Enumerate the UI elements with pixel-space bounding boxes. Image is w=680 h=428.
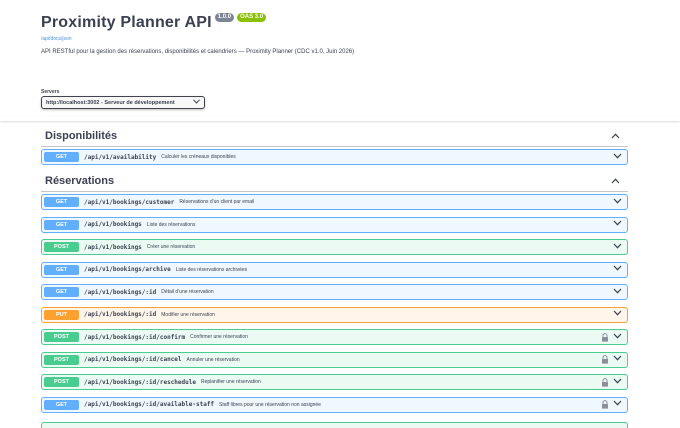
operation-summary: Staff libres pour une réservation non as… xyxy=(219,401,321,408)
operation-path: /api/v1/bookings/archive xyxy=(84,266,171,273)
method-badge: GET xyxy=(44,399,79,410)
operation-row-get[interactable]: GET/api/v1/bookings/:id/available-staff S… xyxy=(41,396,628,413)
tag-name: Réservations xyxy=(45,174,115,187)
lock-icon[interactable] xyxy=(601,332,609,342)
chevron-up-icon[interactable] xyxy=(610,176,620,186)
method-badge: GET xyxy=(44,152,79,162)
operation-controls xyxy=(601,377,622,387)
operation-controls xyxy=(613,153,622,162)
operation-summary: Créer une réservation xyxy=(146,244,196,250)
operation-summary: Détail d'une réservation xyxy=(161,289,214,295)
tag-section-header[interactable]: Disponibilités xyxy=(41,125,628,147)
operation-row-post[interactable]: POST/api/v1/bookings/:id/confirm Confirme… xyxy=(41,329,628,345)
operation-controls xyxy=(601,400,622,409)
operation-summary: Liste des réservations archivées xyxy=(175,266,248,273)
method-badge: GET xyxy=(44,219,79,230)
operation-path: /api/v1/bookings/:id/cancel xyxy=(84,356,182,363)
operation-summary: Calculer les créneaux disponibles xyxy=(161,154,236,160)
lock-icon[interactable] xyxy=(601,400,609,409)
operation-summary: Replanifier une réservation xyxy=(200,379,261,385)
servers-section: Servers http://localhost:3002 - Serveur … xyxy=(41,89,205,109)
operation-path: /api/v1/bookings/:id/available-staff xyxy=(84,401,215,408)
chevron-down-icon[interactable] xyxy=(613,288,622,297)
method-badge: POST xyxy=(44,242,79,252)
chevron-down-icon[interactable] xyxy=(613,220,622,229)
chevron-down-icon[interactable] xyxy=(613,265,622,274)
operation-controls xyxy=(613,288,622,297)
operation-controls xyxy=(601,332,622,342)
method-badge: GET xyxy=(44,197,79,207)
operation-row-put[interactable]: PUT/api/v1/bookings/:id Modifier une rése… xyxy=(41,306,628,323)
operation-controls xyxy=(601,355,622,364)
operation-controls xyxy=(613,198,622,207)
api-info: Proximity Planner API 1.0.0 OAS 3.0 /api… xyxy=(41,12,641,55)
operation-row-get[interactable]: GET/api/v1/bookings/archive Liste des rés… xyxy=(41,261,628,278)
operation-row-post[interactable]: POST/api/v1/bookings Créer une réservatio… xyxy=(41,239,628,255)
chevron-down-icon[interactable] xyxy=(613,198,622,207)
tag-section-header[interactable]: Réservations xyxy=(41,170,628,192)
operation-summary: Liste des réservations xyxy=(146,221,196,228)
chevron-down-icon[interactable] xyxy=(613,153,622,162)
operation-path: /api/v1/bookings/customer xyxy=(84,198,175,206)
operation-row-get[interactable]: GET/api/v1/availability Calculer les crén… xyxy=(41,149,628,165)
servers-selected-value: http://localhost:3002 - Serveur de dével… xyxy=(46,99,175,106)
operation-controls xyxy=(613,310,622,319)
operation-row-post[interactable]: POST/api/v1/bookings/:id/cancel Annuler u… xyxy=(41,351,628,368)
servers-label: Servers xyxy=(41,89,60,95)
chevron-down-icon[interactable] xyxy=(613,400,622,409)
chevron-down-icon[interactable] xyxy=(613,243,622,252)
spec-link[interactable]: /api/docs/json xyxy=(41,36,641,42)
operation-path: /api/v1/bookings/:id/confirm xyxy=(84,333,186,341)
operation-row-post[interactable]: POST/api/v1/bookings/:id/reschedule Repla… xyxy=(41,374,628,390)
api-description: API RESTful pour la gestion des réservat… xyxy=(41,49,355,55)
method-badge: GET xyxy=(44,264,79,275)
chevron-up-icon[interactable] xyxy=(610,131,620,141)
servers-select[interactable]: http://localhost:3002 - Serveur de dével… xyxy=(41,96,205,109)
operation-path: /api/v1/bookings xyxy=(84,221,142,228)
method-badge: POST xyxy=(44,332,79,342)
operation-summary: Annuler une réservation xyxy=(186,356,240,363)
operation-row-get[interactable]: GET/api/v1/bookings Liste des réservation… xyxy=(41,216,628,233)
operation-path: /api/v1/availability xyxy=(84,153,157,161)
operation-controls xyxy=(613,265,622,274)
chevron-down-icon[interactable] xyxy=(613,355,622,364)
method-badge: POST xyxy=(44,377,79,387)
operation-summary: Confirmer une réservation xyxy=(190,334,248,340)
operation-controls xyxy=(613,220,622,229)
chevron-down-icon[interactable] xyxy=(613,378,622,387)
lock-icon[interactable] xyxy=(601,377,609,387)
lock-icon[interactable] xyxy=(601,355,609,364)
operation-row-get[interactable]: GET/api/v1/bookings/:id Détail d'une rése… xyxy=(41,284,628,300)
operation-path: /api/v1/bookings/:id xyxy=(84,311,157,318)
oas-badge: OAS 3.0 xyxy=(237,12,267,22)
operation-path: /api/v1/bookings xyxy=(84,243,142,251)
method-badge: POST xyxy=(44,354,79,365)
scheme-container-divider xyxy=(0,116,680,121)
next-operation-partial[interactable] xyxy=(41,422,628,428)
operation-controls xyxy=(613,243,622,252)
tag-name: Disponibilités xyxy=(45,129,118,142)
operation-path: /api/v1/bookings/:id/reschedule xyxy=(84,378,196,386)
chevron-down-icon[interactable] xyxy=(613,333,622,342)
operation-summary: Modifier une réservation xyxy=(161,311,215,318)
api-title: Proximity Planner API xyxy=(41,14,212,31)
method-badge: PUT xyxy=(44,309,79,320)
method-badge: GET xyxy=(44,287,79,297)
operation-summary: Réservations d'un client par email xyxy=(179,199,255,205)
operation-path: /api/v1/bookings/:id xyxy=(84,288,157,296)
version-badge: 1.0.0 xyxy=(214,12,235,22)
chevron-down-icon[interactable] xyxy=(613,310,622,319)
chevron-down-icon xyxy=(193,99,200,106)
operation-row-get[interactable]: GET/api/v1/bookings/customer Réservations… xyxy=(41,194,628,210)
